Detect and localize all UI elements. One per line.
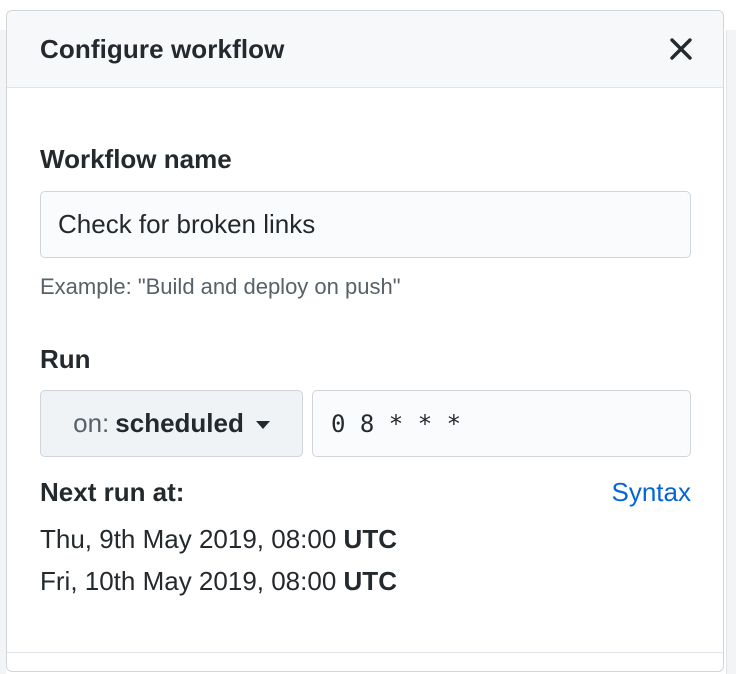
workflow-name-label: Workflow name (40, 144, 232, 174)
next-run-timezone: UTC (343, 524, 397, 554)
dialog-footer-divider (7, 652, 723, 653)
workflow-name-input[interactable] (40, 191, 691, 258)
next-run-item: Thu, 9th May 2019, 08:00 UTC (40, 518, 691, 560)
dialog-body: Workflow name Example: "Build and deploy… (7, 88, 723, 602)
configure-workflow-dialog: Configure workflow Workflow name Example… (6, 10, 724, 672)
dialog-title: Configure workflow (40, 33, 285, 64)
close-button[interactable] (663, 31, 699, 67)
backdrop-panel-right (726, 30, 736, 674)
next-run-timezone: UTC (343, 566, 397, 596)
next-run-datetime: Thu, 9th May 2019, 08:00 (40, 524, 337, 554)
close-icon (670, 38, 692, 60)
next-run-label: Next run at: (40, 477, 185, 507)
cron-schedule-input[interactable] (312, 390, 691, 457)
dialog-header: Configure workflow (7, 11, 723, 88)
next-run-header: Next run at: Syntax (40, 477, 691, 508)
syntax-link[interactable]: Syntax (612, 477, 692, 508)
workflow-name-example: Example: "Build and deploy on push" (40, 274, 401, 299)
trigger-select[interactable]: on: scheduled (40, 390, 303, 457)
next-run-item: Fri, 10th May 2019, 08:00 UTC (40, 560, 691, 602)
next-run-list: Thu, 9th May 2019, 08:00 UTC Fri, 10th M… (40, 518, 691, 602)
run-controls: on: scheduled (40, 390, 691, 457)
trigger-value: scheduled (115, 408, 244, 438)
next-run-datetime: Fri, 10th May 2019, 08:00 (40, 566, 337, 596)
trigger-prefix: on: (73, 408, 110, 438)
caret-down-icon (255, 421, 270, 429)
run-label: Run (40, 344, 91, 374)
